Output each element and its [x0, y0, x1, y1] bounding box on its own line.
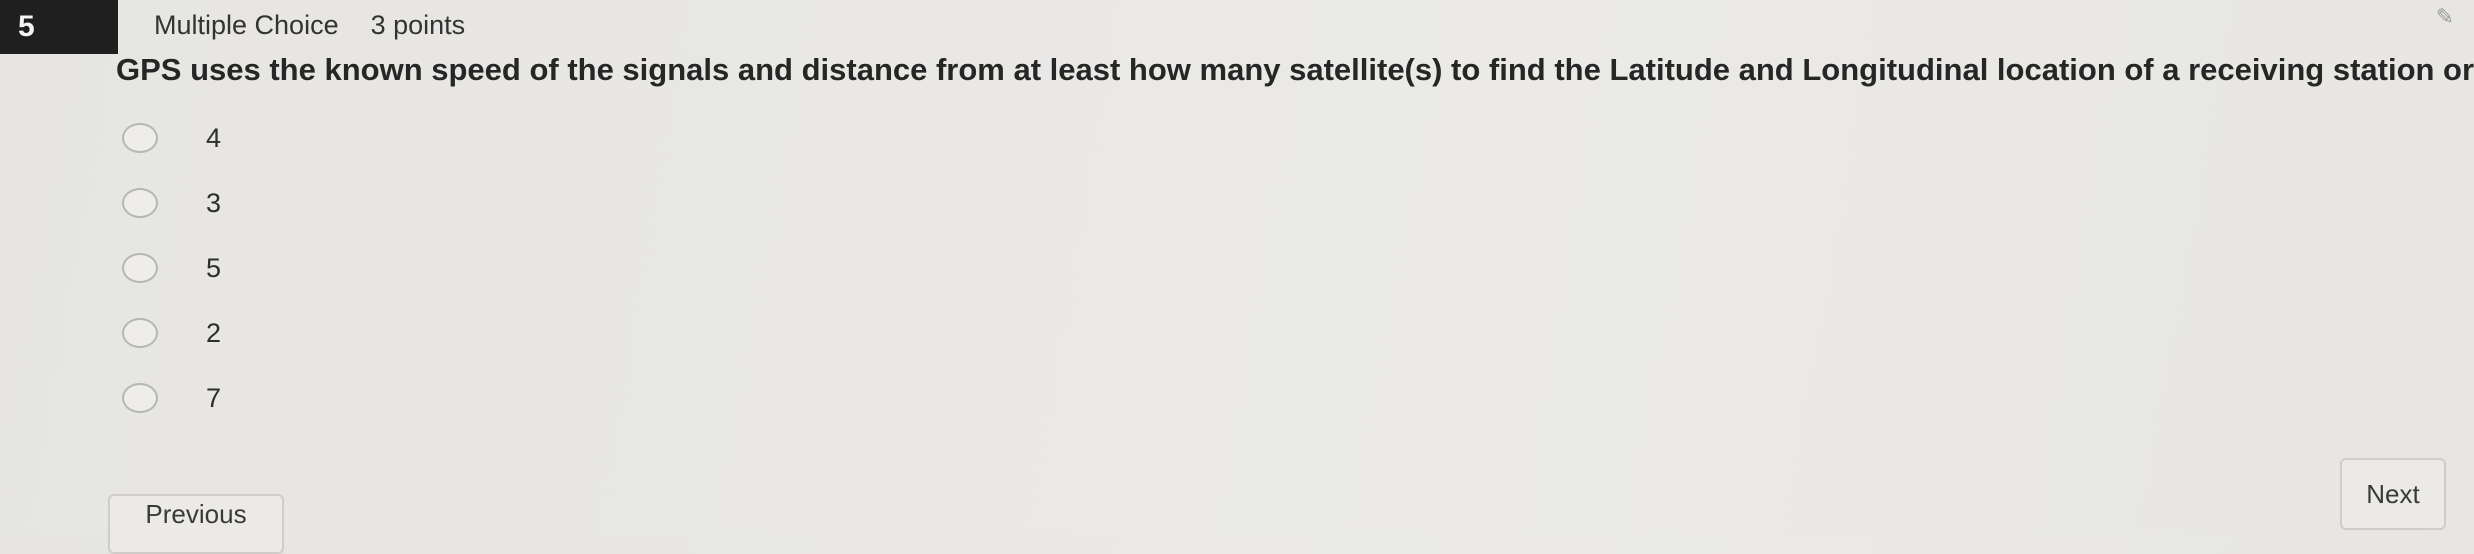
question-points: 3 points [370, 10, 466, 40]
next-button[interactable]: Next [2340, 458, 2446, 530]
option-label: 4 [206, 122, 222, 153]
question-number: 5 [18, 10, 35, 43]
question-text: GPS uses the known speed of the signals … [116, 52, 2474, 87]
radio-button[interactable] [122, 123, 158, 153]
radio-button[interactable] [122, 383, 158, 413]
next-button-label: Next [2366, 478, 2420, 509]
question-meta: Multiple Choice 3 points [154, 10, 465, 41]
radio-button[interactable] [122, 253, 158, 283]
question-number-badge: 5 [0, 0, 118, 54]
question-type: Multiple Choice [154, 10, 339, 40]
option-5[interactable]: 5 [122, 248, 221, 288]
option-7[interactable]: 7 [122, 378, 221, 418]
option-label: 3 [206, 187, 222, 218]
option-2[interactable]: 2 [122, 313, 221, 353]
radio-button[interactable] [122, 318, 158, 348]
option-label: 7 [206, 382, 222, 413]
radio-button[interactable] [122, 188, 158, 218]
option-3[interactable]: 3 [122, 183, 221, 223]
pin-icon[interactable]: ✎ [2436, 4, 2454, 30]
previous-button[interactable]: Previous [108, 494, 284, 554]
previous-button-label: Previous [145, 499, 247, 529]
option-label: 5 [206, 252, 222, 283]
option-label: 2 [206, 317, 222, 348]
option-4[interactable]: 4 [122, 118, 221, 158]
